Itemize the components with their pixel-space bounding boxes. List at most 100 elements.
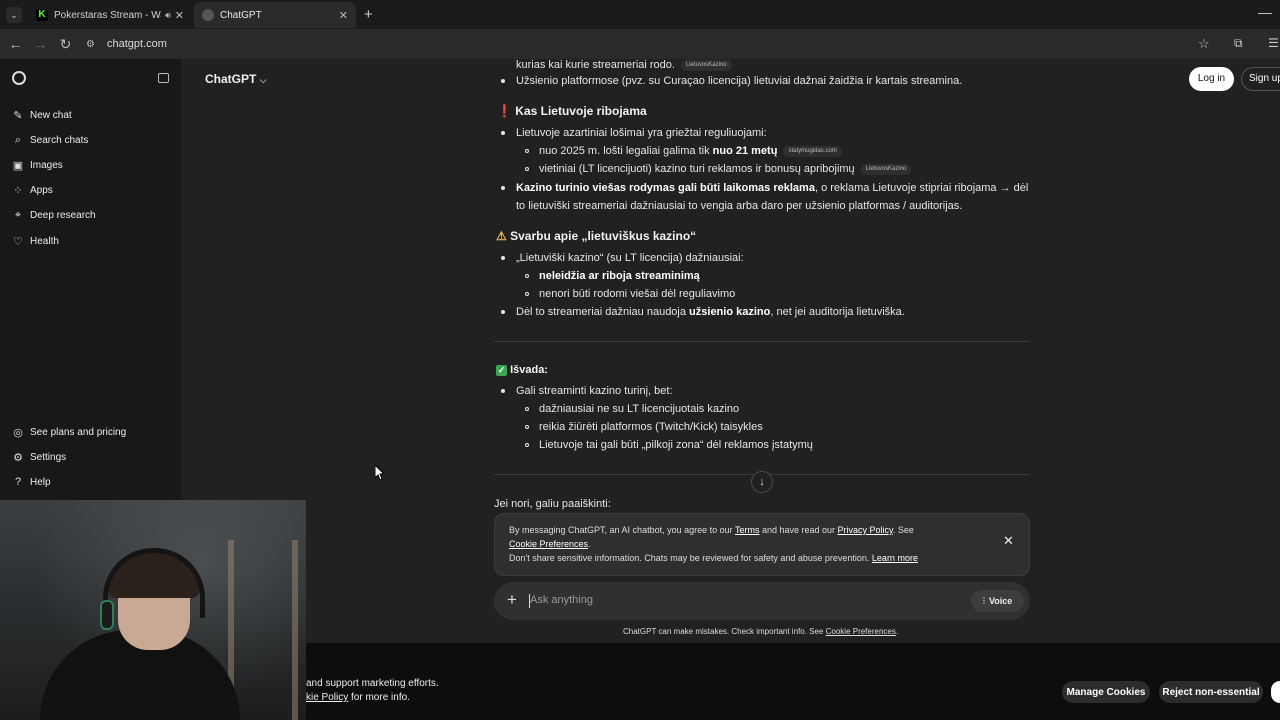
login-button[interactable]: Log in <box>1189 67 1234 91</box>
sidebar-item-label: Health <box>30 235 59 247</box>
text: By messaging ChatGPT, an AI chatbot, you… <box>509 525 735 535</box>
apps-icon: ⁘ <box>13 184 23 197</box>
sidebar-item-help[interactable]: ? Help <box>12 472 51 492</box>
sidebar-item-health[interactable]: ♡ Health <box>12 231 59 251</box>
gear-icon: ⚙ <box>13 451 23 464</box>
composer: + Ask anything ⫶ Voice <box>494 582 1030 620</box>
sidebar-item-apps[interactable]: ⁘ Apps <box>12 180 53 200</box>
check-icon: ✓ <box>496 365 507 376</box>
chevron-down-icon: ⌵ <box>259 75 267 85</box>
text: for more info. <box>348 692 410 703</box>
prompt-input[interactable]: Ask anything <box>530 594 593 606</box>
tab-pokerstaras[interactable]: K Pokerstaras Stream - Watch 🔊︎ ✕ <box>28 2 192 28</box>
message-line: „Lietuviški kazino“ (su LT licencija) da… <box>516 252 744 264</box>
sidebar-item-label: Settings <box>30 451 67 463</box>
signup-button[interactable]: Sign up <box>1241 67 1280 91</box>
bullet <box>525 425 529 429</box>
plus-icon[interactable]: + <box>507 590 517 610</box>
source-chip[interactable]: LietuvosKazino <box>680 59 732 71</box>
address-bar: ← → ↻ ⚙ chatgpt.com ☆ ⧉ ☰ <box>0 29 1280 59</box>
source-chip[interactable]: LietuvosKazino <box>860 163 912 175</box>
exclamation-icon: ❗ <box>497 104 512 118</box>
section-heading: ✓ Išvada: <box>496 364 548 376</box>
message-line: Kazino turinio viešas rodymas gali būti … <box>516 179 1028 197</box>
privacy-policy-link[interactable]: Privacy Policy <box>838 525 893 535</box>
speaker-icon[interactable]: 🔊︎ <box>165 10 171 21</box>
sidebar-toggle-icon[interactable] <box>158 73 169 83</box>
sidebar-item-label: Apps <box>30 184 53 196</box>
consent-line-2: Cookie Preferences. <box>509 537 1015 551</box>
cookie-text: kie Policy for more info. <box>306 692 410 703</box>
sidebar-item-label: Search chats <box>30 134 89 146</box>
cookie-policy-link[interactable]: kie Policy <box>306 692 348 703</box>
sidebar-item-label: See plans and pricing <box>30 426 127 438</box>
text: kurias kai kurie streameriai rodo. <box>516 59 675 71</box>
extensions-icon[interactable]: ⧉ <box>1234 36 1243 51</box>
tab-chatgpt[interactable]: ChatGPT ✕ <box>194 2 356 28</box>
back-icon[interactable]: ← <box>3 36 28 52</box>
edit-icon: ✎ <box>13 109 23 122</box>
tab-search-button[interactable]: ⌄ <box>6 7 22 23</box>
browser-tab-bar: ⌄ K Pokerstaras Stream - Watch 🔊︎ ✕ Chat… <box>0 0 1280 29</box>
scroll-down-icon[interactable]: ↓ <box>751 471 773 493</box>
bullet <box>525 274 529 278</box>
text: nuo 2025 m. lošti legaliai galima tik <box>539 145 713 157</box>
new-tab-icon[interactable]: + <box>364 6 373 23</box>
bullet <box>501 79 505 83</box>
image-icon: ▣ <box>12 159 24 172</box>
sidebar-item-label: Deep research <box>30 209 96 221</box>
model-selector[interactable]: ChatGPT ⌵ <box>205 72 267 86</box>
bullet <box>501 256 505 260</box>
sidebar-item-images[interactable]: ▣ Images <box>12 155 63 175</box>
cookie-preferences-link[interactable]: Cookie Preferences <box>509 539 588 549</box>
text: . See <box>892 525 914 535</box>
openai-logo-icon[interactable] <box>12 71 26 85</box>
bullet <box>525 443 529 447</box>
plans-icon: ◎ <box>13 426 23 439</box>
close-icon[interactable]: ✕ <box>1003 534 1014 548</box>
reload-icon[interactable]: ↻ <box>53 36 78 53</box>
accept-cookies-button[interactable] <box>1271 681 1280 703</box>
message-line: to lietuviški streameriai dažniausiai to… <box>516 200 963 212</box>
voice-label: Voice <box>988 596 1013 606</box>
forward-icon[interactable]: → <box>28 36 53 52</box>
tab-title: ChatGPT <box>220 9 262 21</box>
message-line: nenori būti rodomi viešai dėl reguliavim… <box>539 288 736 300</box>
manage-cookies-button[interactable]: Manage Cookies <box>1062 681 1150 703</box>
minimize-icon[interactable]: — <box>1258 4 1272 20</box>
site-info-icon[interactable]: ⚙ <box>78 39 103 50</box>
cookie-preferences-link[interactable]: Cookie Preferences <box>826 627 896 636</box>
text: ChatGPT can make mistakes. Check importa… <box>623 627 826 636</box>
consent-line-3: Don't share sensitive information. Chats… <box>509 551 1015 565</box>
sidebar: ✎ New chat ⌕ Search chats ▣ Images ⁘ Apps ⌖ D… <box>0 59 181 500</box>
message-line: Gali streaminti kazino turinį, bet: <box>516 385 673 397</box>
close-tab-icon[interactable]: ✕ <box>175 9 184 22</box>
sidebar-item-plans[interactable]: ◎ See plans and pricing <box>12 422 126 442</box>
sidebar-item-new-chat[interactable]: ✎ New chat <box>12 105 72 125</box>
bookmark-star-icon[interactable]: ☆ <box>1198 36 1210 52</box>
sidebar-item-search-chats[interactable]: ⌕ Search chats <box>12 130 88 150</box>
bold-text: neleidžia ar riboja streaminimą <box>539 270 700 282</box>
mouse-cursor-icon <box>375 465 385 481</box>
sidebar-item-settings[interactable]: ⚙ Settings <box>12 447 66 467</box>
heart-icon: ♡ <box>13 235 23 248</box>
voice-button[interactable]: ⫶ Voice <box>971 590 1024 612</box>
source-chip[interactable]: statymugidas.com <box>783 145 842 157</box>
text: . <box>895 627 899 636</box>
url-field[interactable]: chatgpt.com <box>107 38 167 50</box>
heading-text: Išvada: <box>510 364 548 376</box>
sidebar-item-label: New chat <box>30 109 72 121</box>
learn-more-link[interactable]: Learn more <box>872 553 918 563</box>
webcam-overlay <box>0 500 306 720</box>
message-line: Užsienio platformose (pvz. su Curaçao li… <box>516 75 963 87</box>
headphone-earcup <box>100 600 114 630</box>
text: Don't share sensitive information. Chats… <box>509 553 872 563</box>
reject-non-essential-button[interactable]: Reject non-essential <box>1159 681 1263 703</box>
bold-text: Kazino turinio viešas rodymas gali būti … <box>516 182 815 194</box>
text: and have read our <box>759 525 838 535</box>
close-tab-icon[interactable]: ✕ <box>339 9 348 22</box>
menu-icon[interactable]: ☰ <box>1268 36 1279 50</box>
disclaimer: ChatGPT can make mistakes. Check importa… <box>623 627 898 636</box>
terms-link[interactable]: Terms <box>735 525 760 535</box>
sidebar-item-deep-research[interactable]: ⌖ Deep research <box>12 205 96 225</box>
